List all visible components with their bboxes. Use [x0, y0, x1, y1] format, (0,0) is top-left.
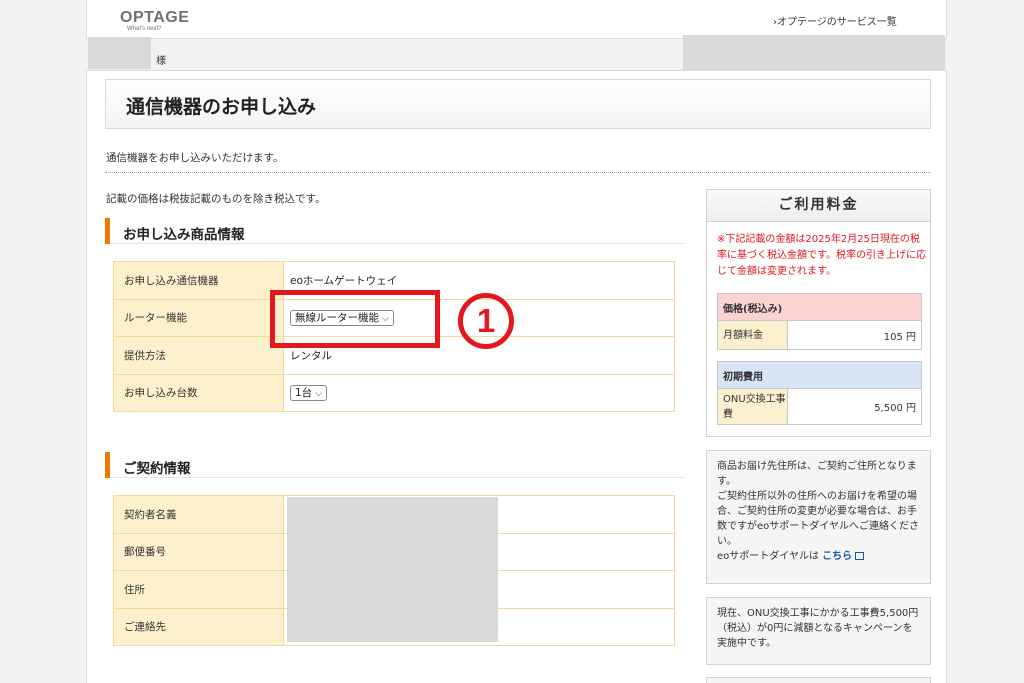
row-label: 住所 [113, 570, 284, 609]
external-link-icon[interactable] [855, 552, 865, 560]
page-title-box: 通信機器のお申し込み [105, 79, 931, 129]
onu-label: ONU交換工事費 [717, 388, 788, 425]
row-label: お申し込み通信機器 [113, 261, 284, 300]
right-margin [947, 0, 1024, 683]
annotation-highlight-box [270, 290, 440, 348]
redacted-user-info [683, 35, 945, 71]
initial-header: 初期費用 [717, 361, 922, 389]
product-section-title: お申し込み商品情報 [123, 227, 245, 243]
row-label: ルーター機能 [113, 298, 284, 337]
logo-text: OPTAGE [120, 9, 190, 26]
chevron-down-icon: ⌵ [315, 388, 323, 399]
tax-note: 記載の価格は税抜記載のものを除き税込です。 [106, 193, 326, 205]
fee-note: ※下記記載の金額は2025年2月25日現在の税率に基づく税込金額です。税率の引き… [717, 234, 926, 277]
fee-panel: ご利用料金 ※下記記載の金額は2025年2月25日現在の税率に基づく税込金額です… [706, 189, 931, 437]
price-header: 価格(税込み) [717, 293, 922, 321]
support-dial-link[interactable]: こちら [822, 551, 852, 562]
quantity-select[interactable]: 1台 ⌵ [290, 384, 328, 401]
logo-tagline: What's next? [127, 26, 162, 32]
quantity-value: 1台 [295, 386, 313, 399]
contract-section-title: ご契約情報 [123, 461, 191, 477]
optage-logo[interactable]: OPTAGE What's next? [120, 7, 200, 35]
redacted-contract-details [287, 497, 498, 642]
fee-panel-title: ご利用料金 [707, 190, 930, 222]
annotation-number: 1 [458, 293, 514, 349]
table-row: お申し込み台数 1台 ⌵ [113, 373, 675, 412]
user-suffix: 様 [156, 56, 166, 67]
left-margin [0, 0, 86, 683]
initial-fee-table: 初期費用 ONU交換工事費 5,500 円 [717, 361, 922, 425]
intro-text: 通信機器をお申し込みいただけます。 [106, 152, 284, 164]
page-title: 通信機器のお申し込み [126, 96, 317, 118]
divider [105, 172, 931, 173]
campaign-text: 現在、ONU交換工事にかかる工事費5,500円（税込）が0円に減額となるキャンペ… [717, 608, 919, 649]
delivery-text-2: ご契約住所以外の住所へのお届けを希望の場合、ご契約住所の変更が必要な場合は、お手… [717, 491, 919, 547]
row-label: ご連絡先 [113, 607, 284, 646]
redacted-username [88, 37, 151, 69]
product-section-heading: お申し込み商品情報 [105, 218, 685, 244]
contract-section-heading: ご契約情報 [105, 452, 685, 478]
services-link[interactable]: ›オプテージのサービス一覧 [773, 13, 897, 28]
row-label: 郵便番号 [113, 532, 284, 571]
heading-accent-bar [105, 218, 110, 244]
heading-accent-bar [105, 452, 110, 478]
price-table: 価格(税込み) 月額料金 105 円 [717, 293, 922, 350]
delivery-info-box: 商品お届け先住所は、ご契約ご住所となります。 ご契約住所以外の住所へのお届けを希… [706, 450, 931, 584]
row-label: お申し込み台数 [113, 373, 284, 412]
monthly-label: 月額料金 [717, 320, 788, 350]
bottom-panel-edge [706, 677, 931, 683]
campaign-info-box: 現在、ONU交換工事にかかる工事費5,500円（税込）が0円に減額となるキャンペ… [706, 597, 931, 665]
delivery-text-1: 商品お届け先住所は、ご契約ご住所となります。 [717, 461, 917, 487]
row-label: 契約者名義 [113, 495, 284, 534]
onu-value: 5,500 円 [787, 388, 922, 425]
monthly-value: 105 円 [787, 320, 922, 350]
row-label: 提供方法 [113, 336, 284, 375]
delivery-text-3: eoサポートダイヤルは [717, 551, 819, 562]
